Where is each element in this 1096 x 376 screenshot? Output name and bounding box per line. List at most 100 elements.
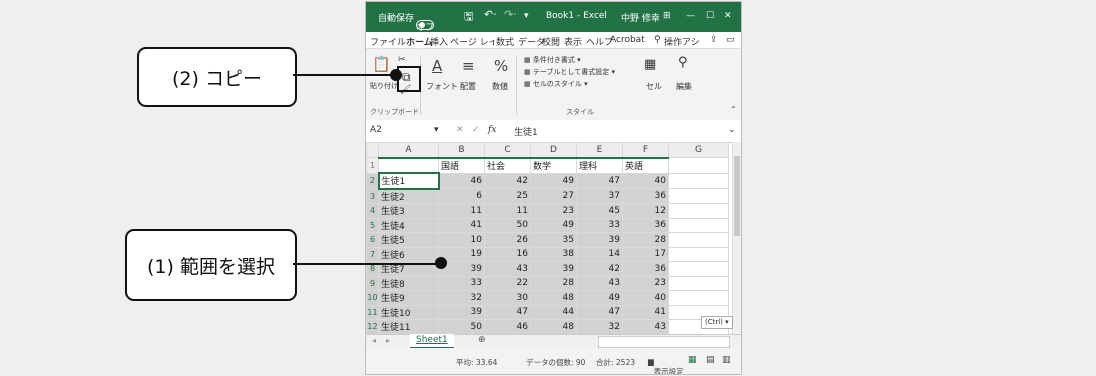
tab-scroll-left-icon[interactable]: ◂ bbox=[372, 336, 376, 345]
student-name-cell[interactable]: 生徒11 bbox=[378, 319, 439, 335]
header-cell[interactable]: 英語 bbox=[622, 157, 669, 174]
score-cell[interactable]: 46 bbox=[438, 172, 485, 189]
close-icon[interactable]: ✕ bbox=[724, 11, 732, 21]
cell[interactable] bbox=[668, 232, 729, 248]
student-name-cell[interactable]: 生徒8 bbox=[378, 275, 439, 291]
enter-icon[interactable]: ✓ bbox=[472, 125, 480, 135]
row-header[interactable]: 12 bbox=[366, 319, 379, 335]
student-name-cell[interactable]: 生徒9 bbox=[378, 290, 439, 306]
display-settings[interactable]: ▆ 表示設定 bbox=[648, 357, 684, 374]
expand-formula-icon[interactable]: ⌄ bbox=[728, 125, 736, 135]
select-all-corner[interactable] bbox=[366, 142, 379, 158]
search-icon[interactable]: ⚲ bbox=[654, 35, 661, 45]
tab-scroll-right-icon[interactable]: ▸ bbox=[386, 336, 390, 345]
column-header-a[interactable]: A bbox=[378, 142, 439, 159]
score-cell[interactable]: 23 bbox=[622, 275, 669, 291]
student-name-cell[interactable]: 生徒6 bbox=[378, 246, 439, 262]
minimize-icon[interactable]: — bbox=[686, 11, 695, 21]
cell[interactable] bbox=[668, 261, 729, 277]
score-cell[interactable]: 32 bbox=[438, 290, 485, 306]
score-cell[interactable]: 28 bbox=[530, 275, 577, 291]
header-cell[interactable]: 社会 bbox=[484, 157, 531, 174]
score-cell[interactable]: 40 bbox=[622, 290, 669, 306]
score-cell[interactable]: 43 bbox=[576, 275, 623, 291]
score-cell[interactable]: 22 bbox=[484, 275, 531, 291]
editing-group-label[interactable]: 編集 bbox=[676, 81, 692, 92]
copy-button[interactable]: ⧉ bbox=[397, 66, 421, 92]
score-cell[interactable]: 17 bbox=[622, 246, 669, 262]
undo-icon[interactable]: ↶· bbox=[484, 8, 497, 21]
row-header[interactable]: 2 bbox=[366, 172, 379, 189]
score-cell[interactable]: 41 bbox=[622, 304, 669, 320]
row-header[interactable]: 7 bbox=[366, 246, 379, 262]
tab-formulas[interactable]: 数式 bbox=[496, 35, 514, 48]
redo-icon[interactable]: ↷· bbox=[504, 8, 517, 21]
normal-view-icon[interactable]: ▦ bbox=[688, 355, 697, 365]
score-cell[interactable]: 49 bbox=[530, 217, 577, 233]
ribbon-display-icon[interactable]: ⊞ bbox=[663, 11, 671, 21]
tab-view[interactable]: 表示 bbox=[564, 35, 582, 48]
paste-icon[interactable]: 📋 bbox=[372, 55, 391, 73]
cell[interactable] bbox=[668, 275, 729, 291]
score-cell[interactable]: 36 bbox=[622, 188, 669, 204]
header-cell[interactable]: 数学 bbox=[530, 157, 577, 174]
cell[interactable] bbox=[668, 290, 729, 306]
column-header-g[interactable]: G bbox=[668, 142, 729, 158]
row-header[interactable]: 11 bbox=[366, 304, 379, 320]
score-cell[interactable]: 38 bbox=[530, 246, 577, 262]
conditional-format-button[interactable]: ▦ 条件付き書式 ▾ bbox=[524, 55, 581, 65]
student-name-cell[interactable]: 生徒1 bbox=[377, 172, 440, 190]
score-cell[interactable]: 50 bbox=[438, 319, 485, 335]
tell-me-search[interactable]: 操作アシ bbox=[664, 35, 704, 48]
tab-page-layout[interactable]: ページ レイアウト bbox=[450, 35, 494, 48]
student-name-cell[interactable]: 生徒3 bbox=[378, 203, 439, 219]
cell[interactable] bbox=[668, 246, 729, 262]
insert-function-icon[interactable]: fx bbox=[488, 125, 496, 135]
font-group-label[interactable]: フォント bbox=[426, 81, 458, 92]
paste-button-label[interactable]: 貼り付け bbox=[370, 81, 398, 91]
score-cell[interactable]: 43 bbox=[484, 261, 531, 277]
save-icon[interactable]: 🖫 bbox=[464, 8, 473, 27]
score-cell[interactable]: 27 bbox=[530, 188, 577, 204]
cell-styles-button[interactable]: ▦ セルのスタイル ▾ bbox=[524, 79, 588, 89]
row-header[interactable]: 10 bbox=[366, 290, 379, 306]
student-name-cell[interactable]: 生徒10 bbox=[378, 304, 439, 320]
customize-quick-access-icon[interactable]: ▾ bbox=[524, 11, 529, 21]
score-cell[interactable]: 30 bbox=[484, 290, 531, 306]
tab-file[interactable]: ファイル bbox=[370, 35, 406, 48]
add-sheet-icon[interactable]: ⊕ bbox=[478, 335, 486, 345]
student-name-cell[interactable]: 生徒4 bbox=[378, 217, 439, 233]
row-header[interactable]: 6 bbox=[366, 232, 379, 248]
score-cell[interactable]: 10 bbox=[438, 232, 485, 248]
student-name-cell[interactable]: 生徒5 bbox=[378, 232, 439, 248]
column-header-d[interactable]: D bbox=[530, 142, 577, 159]
score-cell[interactable]: 6 bbox=[438, 188, 485, 204]
user-name[interactable]: 中野 修幸 bbox=[621, 11, 660, 24]
cut-icon[interactable]: ✂ bbox=[398, 55, 406, 65]
score-cell[interactable]: 36 bbox=[622, 217, 669, 233]
score-cell[interactable]: 39 bbox=[576, 232, 623, 248]
sheet-tab[interactable]: Sheet1 bbox=[410, 334, 454, 349]
share-icon[interactable]: ⇪ bbox=[710, 35, 718, 45]
tab-help[interactable]: ヘルプ bbox=[586, 35, 613, 48]
score-cell[interactable]: 14 bbox=[576, 246, 623, 262]
tab-acrobat[interactable]: Acrobat bbox=[610, 35, 645, 45]
tab-insert[interactable]: 挿入 bbox=[430, 35, 448, 48]
cell[interactable] bbox=[668, 217, 729, 233]
row-header[interactable]: 5 bbox=[366, 217, 379, 233]
tab-review[interactable]: 校閲 bbox=[542, 35, 560, 48]
paste-options-button[interactable]: (Ctrl) ▾ bbox=[701, 316, 733, 329]
collapse-ribbon-icon[interactable]: ⌃ bbox=[730, 105, 737, 114]
score-cell[interactable]: 47 bbox=[484, 304, 531, 320]
editing-search-icon[interactable]: ⚲ bbox=[678, 55, 688, 70]
column-header-f[interactable]: F bbox=[622, 142, 669, 159]
row-header[interactable]: 1 bbox=[366, 157, 379, 174]
score-cell[interactable]: 48 bbox=[530, 290, 577, 306]
percent-icon[interactable]: % bbox=[494, 57, 508, 75]
score-cell[interactable]: 44 bbox=[530, 304, 577, 320]
row-header[interactable]: 9 bbox=[366, 275, 379, 291]
maximize-icon[interactable]: ☐ bbox=[706, 11, 714, 21]
cells-group-label[interactable]: セル bbox=[646, 81, 662, 92]
score-cell[interactable]: 47 bbox=[576, 172, 623, 189]
align-group-label[interactable]: 配置 bbox=[460, 81, 476, 92]
